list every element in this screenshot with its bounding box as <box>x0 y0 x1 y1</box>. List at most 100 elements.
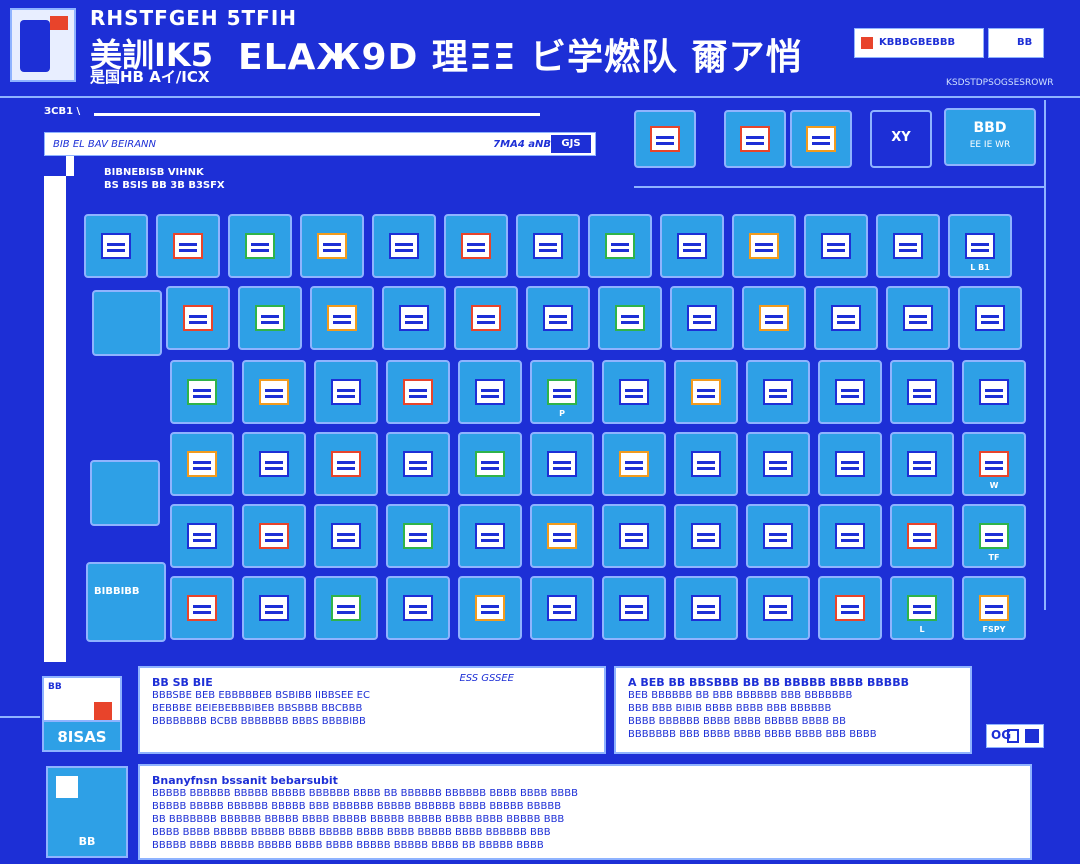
top-tile-1[interactable] <box>634 110 696 168</box>
grid-tile-r4-c7[interactable] <box>602 432 666 496</box>
header-menu-button[interactable]: BB <box>988 28 1044 58</box>
grid-tile-r2-c11[interactable] <box>886 286 950 350</box>
grid-tile-r6-c2[interactable] <box>242 576 306 640</box>
page-prev-icon[interactable] <box>1007 729 1019 743</box>
grid-tile-r3-c2[interactable] <box>242 360 306 424</box>
top-tile-4[interactable]: XY <box>870 110 932 168</box>
grid-tile-r3-c10[interactable] <box>818 360 882 424</box>
document-icon <box>650 126 680 152</box>
header-account-badge[interactable]: KBBBGBEBBB <box>854 28 984 58</box>
grid-tile-r3-c8[interactable] <box>674 360 738 424</box>
grid-tile-r3-c11[interactable] <box>890 360 954 424</box>
grid-tile-r4-c9[interactable] <box>746 432 810 496</box>
grid-tile-r4-c6[interactable] <box>530 432 594 496</box>
bottom-card[interactable]: BB 8ISAS <box>42 676 122 752</box>
header-link[interactable]: KSDSTDPSOGSESROWR <box>946 78 1054 88</box>
grid-tile-r3-c1[interactable] <box>170 360 234 424</box>
grid-tile-r6-c10[interactable] <box>818 576 882 640</box>
side-tile-3[interactable]: BIBBIBB <box>86 562 166 642</box>
side-scrollbar[interactable] <box>44 156 74 662</box>
grid-tile-r5-c9[interactable] <box>746 504 810 568</box>
grid-tile-r5-c1[interactable] <box>170 504 234 568</box>
grid-tile-r3-c9[interactable] <box>746 360 810 424</box>
app-logo[interactable] <box>10 8 76 82</box>
grid-tile-r1-c9[interactable] <box>660 214 724 278</box>
grid-tile-r4-c3[interactable] <box>314 432 378 496</box>
grid-tile-r4-c12[interactable]: W <box>962 432 1026 496</box>
grid-tile-r2-c12[interactable] <box>958 286 1022 350</box>
grid-tile-r1-c13[interactable]: L B1 <box>948 214 1012 278</box>
grid-tile-r4-c8[interactable] <box>674 432 738 496</box>
grid-tile-r3-c4[interactable] <box>386 360 450 424</box>
grid-tile-r2-c4[interactable] <box>382 286 446 350</box>
grid-tile-r6-c5[interactable] <box>458 576 522 640</box>
top-tile-2[interactable] <box>724 110 786 168</box>
grid-tile-r2-c7[interactable] <box>598 286 662 350</box>
grid-tile-r4-c11[interactable] <box>890 432 954 496</box>
grid-tile-r3-c7[interactable] <box>602 360 666 424</box>
grid-tile-r5-c2[interactable] <box>242 504 306 568</box>
top-tile-5[interactable]: BBD EE IE WR <box>944 108 1036 166</box>
grid-tile-r6-c6[interactable] <box>530 576 594 640</box>
grid-tile-r5-c8[interactable] <box>674 504 738 568</box>
grid-tile-r5-c7[interactable] <box>602 504 666 568</box>
grid-tile-r1-c12[interactable] <box>876 214 940 278</box>
grid-tile-r5-c5[interactable] <box>458 504 522 568</box>
grid-tile-r2-c3[interactable] <box>310 286 374 350</box>
search-button[interactable]: GJS <box>551 135 591 153</box>
grid-tile-r1-c2[interactable] <box>156 214 220 278</box>
top-tile-3[interactable] <box>790 110 852 168</box>
grid-tile-r5-c4[interactable] <box>386 504 450 568</box>
app-icon <box>979 595 1009 621</box>
grid-tile-r2-c10[interactable] <box>814 286 878 350</box>
grid-tile-r4-c4[interactable] <box>386 432 450 496</box>
grid-tile-r2-c6[interactable] <box>526 286 590 350</box>
grid-tile-r3-c5[interactable] <box>458 360 522 424</box>
grid-tile-r1-c5[interactable] <box>372 214 436 278</box>
grid-tile-r5-c6[interactable] <box>530 504 594 568</box>
grid-tile-r3-c6[interactable]: P <box>530 360 594 424</box>
grid-tile-r4-c5[interactable] <box>458 432 522 496</box>
grid-tile-r3-c3[interactable] <box>314 360 378 424</box>
grid-tile-r6-c12[interactable]: FSPY <box>962 576 1026 640</box>
page-next-icon[interactable] <box>1025 729 1039 743</box>
grid-tile-r2-c5[interactable] <box>454 286 518 350</box>
grid-tile-r2-c2[interactable] <box>238 286 302 350</box>
scrollbar-handle[interactable] <box>66 156 74 176</box>
grid-tile-r5-c3[interactable] <box>314 504 378 568</box>
grid-tile-r2-c8[interactable] <box>670 286 734 350</box>
app-icon <box>331 451 361 477</box>
search-input[interactable]: BIB EL BAV BEIRANN 7MA4 aNB GJS <box>44 132 596 156</box>
side-tile-1[interactable] <box>92 290 162 356</box>
grid-tile-r2-c9[interactable] <box>742 286 806 350</box>
grid-tile-r1-c10[interactable] <box>732 214 796 278</box>
grid-tile-r6-c9[interactable] <box>746 576 810 640</box>
search-option[interactable]: 7MA4 aNB <box>493 139 551 150</box>
filter-label[interactable]: BIBNEBISB VIHNK BS BSIS BB 3B B3SFX <box>104 166 225 192</box>
grid-tile-r1-c11[interactable] <box>804 214 868 278</box>
page-indicator[interactable]: OG <box>986 724 1044 748</box>
grid-tile-r2-c1[interactable] <box>166 286 230 350</box>
grid-tile-r4-c1[interactable] <box>170 432 234 496</box>
grid-tile-r4-c2[interactable] <box>242 432 306 496</box>
grid-tile-r6-c4[interactable] <box>386 576 450 640</box>
grid-tile-r6-c1[interactable] <box>170 576 234 640</box>
grid-tile-r5-c10[interactable] <box>818 504 882 568</box>
grid-tile-r5-c12[interactable]: TF <box>962 504 1026 568</box>
grid-tile-r5-c11[interactable] <box>890 504 954 568</box>
grid-tile-r6-c3[interactable] <box>314 576 378 640</box>
grid-tile-r3-c12[interactable] <box>962 360 1026 424</box>
side-tile-2[interactable] <box>90 460 160 526</box>
grid-tile-r1-c1[interactable] <box>84 214 148 278</box>
grid-tile-r1-c6[interactable] <box>444 214 508 278</box>
breadcrumb[interactable]: ЗСВ1 \ <box>44 106 80 117</box>
grid-tile-r6-c8[interactable] <box>674 576 738 640</box>
grid-tile-r6-c11[interactable]: L <box>890 576 954 640</box>
grid-tile-r4-c10[interactable] <box>818 432 882 496</box>
grid-tile-r1-c8[interactable] <box>588 214 652 278</box>
card-thumbnail[interactable]: BB <box>46 766 128 858</box>
grid-tile-r6-c7[interactable] <box>602 576 666 640</box>
grid-tile-r1-c4[interactable] <box>300 214 364 278</box>
grid-tile-r1-c3[interactable] <box>228 214 292 278</box>
grid-tile-r1-c7[interactable] <box>516 214 580 278</box>
